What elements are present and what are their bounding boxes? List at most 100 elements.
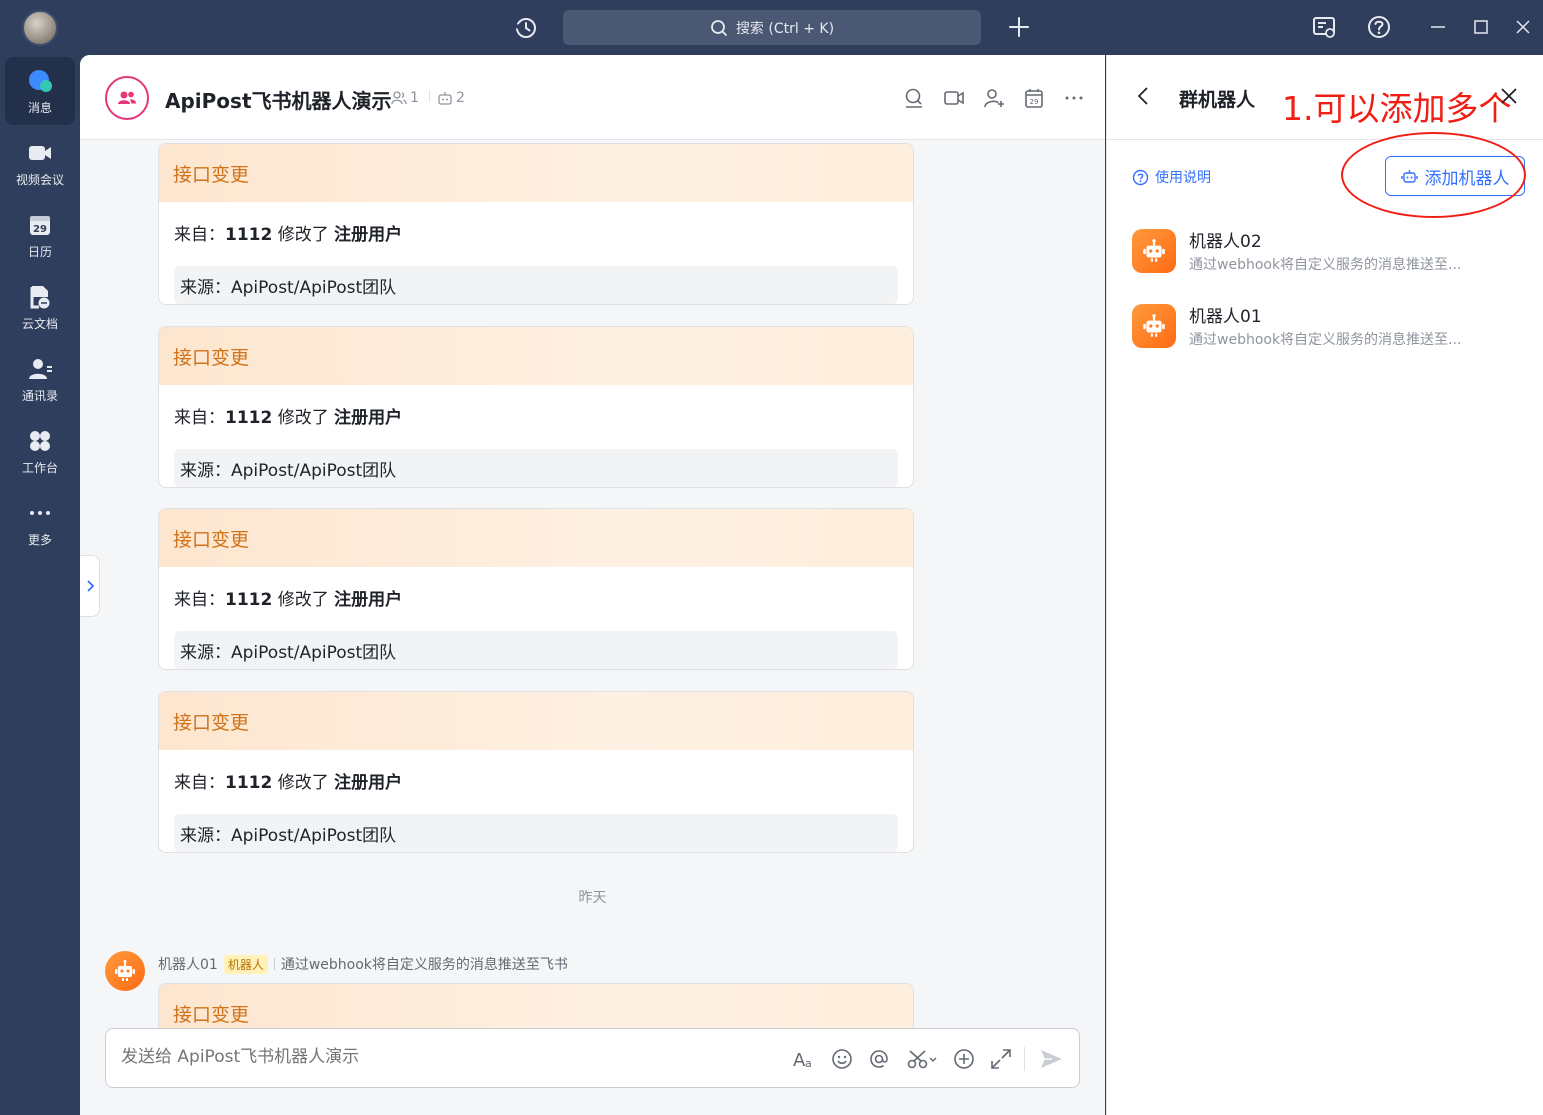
message-input[interactable] xyxy=(121,1047,771,1067)
nav-item-contacts[interactable]: 通讯录 xyxy=(5,345,75,413)
card-from: 来自：1112 修改了 注册用户 xyxy=(174,225,403,245)
nav-label: 通讯录 xyxy=(21,388,58,403)
bot-count-value: 2 xyxy=(456,90,465,106)
card-title: 接口变更 xyxy=(159,692,913,750)
bot-count[interactable]: 2 xyxy=(437,90,465,106)
maximize-icon[interactable] xyxy=(1467,13,1495,41)
sender-desc: 通过webhook将自定义服务的消息推送至飞书 xyxy=(280,957,568,973)
chat-panel: ApiPost飞书机器人演示 1 2 29 接口变更 来自：1112 修改了 注… xyxy=(80,55,1105,1115)
robot-description: 通过webhook将自定义服务的消息推送至... xyxy=(1189,332,1462,348)
window-close-icon[interactable] xyxy=(1509,13,1537,41)
divider xyxy=(273,958,275,970)
svg-text:29: 29 xyxy=(1030,98,1039,106)
card-title: 接口变更 xyxy=(159,509,913,567)
member-count[interactable]: 1 xyxy=(391,90,419,106)
video-camera-icon xyxy=(29,145,51,160)
nav-item-workspace[interactable]: 工作台 xyxy=(5,417,75,485)
robot-list-item[interactable]: 机器人01 通过webhook将自定义服务的消息推送至... xyxy=(1132,304,1532,354)
card-source: 来源：ApiPost/ApiPost团队 xyxy=(174,631,898,669)
message-card[interactable]: 接口变更 来自：1112 修改了 注册用户 来源：ApiPost/ApiPost… xyxy=(158,326,914,488)
panel-header: 群机器人 1.可以添加多个 xyxy=(1107,55,1543,140)
minimize-icon[interactable] xyxy=(1424,13,1452,41)
expand-editor-icon[interactable] xyxy=(988,1046,1014,1072)
mention-icon[interactable] xyxy=(866,1046,892,1072)
card-source: 来源：ApiPost/ApiPost团队 xyxy=(174,449,898,487)
group-avatar[interactable] xyxy=(105,76,149,120)
card-title: 接口变更 xyxy=(159,144,913,202)
screenshot-scissors-icon[interactable] xyxy=(905,1046,939,1072)
robot-avatar xyxy=(1132,304,1176,348)
message-card[interactable]: 接口变更 来自：1112 修改了 注册用户 来源：ApiPost/ApiPost… xyxy=(158,691,914,853)
app-center-icon[interactable] xyxy=(1310,13,1338,41)
nav-label: 云文档 xyxy=(21,316,58,331)
left-navigation: 消息 视频会议 29 日历 云文档 通讯录 工作台 更多 xyxy=(0,55,80,1115)
robot-face-icon xyxy=(1143,314,1165,337)
nav-item-calendar[interactable]: 29 日历 xyxy=(5,201,75,269)
more-options-icon[interactable] xyxy=(1062,86,1086,110)
member-count-value: 1 xyxy=(410,90,419,106)
sender-line: 机器人01 机器人 通过webhook将自定义服务的消息推送至飞书 xyxy=(158,954,568,974)
message-card[interactable]: 接口变更 来自：1112 修改了 注册用户 来源：ApiPost/ApiPost… xyxy=(158,143,914,305)
group-bots-panel: 群机器人 1.可以添加多个 使用说明 添加机器人 机器人02 通过webhook… xyxy=(1106,55,1543,1115)
search-label: 搜索 (Ctrl + K) xyxy=(735,20,835,37)
nav-item-video-meeting[interactable]: 视频会议 xyxy=(5,129,75,197)
separator xyxy=(429,90,430,102)
plus-icon[interactable] xyxy=(1005,13,1033,41)
help-icon[interactable] xyxy=(1365,13,1393,41)
card-from: 来自：1112 修改了 注册用户 xyxy=(174,773,403,793)
contacts-icon xyxy=(29,358,52,379)
card-from: 来自：1112 修改了 注册用户 xyxy=(174,408,403,428)
bot-tag: 机器人 xyxy=(223,954,268,974)
text-format-icon[interactable]: A a xyxy=(791,1046,817,1072)
video-call-icon[interactable] xyxy=(942,86,966,110)
nav-label: 日历 xyxy=(27,244,52,259)
nav-item-messages[interactable]: 消息 xyxy=(5,57,75,125)
day-separator: 昨天 xyxy=(578,890,607,906)
nav-item-more[interactable]: 更多 xyxy=(5,489,75,557)
nav-label: 更多 xyxy=(27,532,52,547)
message-card[interactable]: 接口变更 来自：1112 修改了 注册用户 来源：ApiPost/ApiPost… xyxy=(158,508,914,670)
chevron-right-icon xyxy=(86,580,94,592)
chat-header: ApiPost飞书机器人演示 1 2 29 xyxy=(80,55,1105,140)
group-people-icon xyxy=(118,91,136,104)
calendar-day: 29 xyxy=(33,224,47,235)
nav-label: 工作台 xyxy=(21,460,58,475)
chat-bubble-icon xyxy=(29,69,52,92)
annotation-circle xyxy=(1341,132,1526,218)
search-input[interactable]: 搜索 (Ctrl + K) xyxy=(563,10,981,45)
usage-guide-link[interactable]: 使用说明 xyxy=(1132,167,1211,187)
send-icon[interactable] xyxy=(1038,1046,1064,1072)
search-chat-icon[interactable] xyxy=(902,86,926,110)
more-dots-icon xyxy=(30,510,50,515)
user-avatar[interactable] xyxy=(22,10,58,46)
robot-list-item[interactable]: 机器人02 通过webhook将自定义服务的消息推送至... xyxy=(1132,229,1532,279)
panel-title: 群机器人 xyxy=(1179,89,1256,111)
back-arrow-icon[interactable] xyxy=(1132,84,1156,108)
card-from: 来自：1112 修改了 注册用户 xyxy=(174,590,403,610)
robot-icon xyxy=(438,92,452,105)
title-bar: 搜索 (Ctrl + K) xyxy=(0,0,1543,55)
expand-sidebar-button[interactable] xyxy=(80,555,100,617)
calendar-icon: 29 xyxy=(30,215,50,235)
nav-label: 消息 xyxy=(27,100,52,115)
history-icon[interactable] xyxy=(512,14,540,42)
robot-name: 机器人02 xyxy=(1189,232,1262,252)
members-icon xyxy=(391,91,407,105)
composer-divider xyxy=(1024,1047,1025,1071)
card-source: 来源：ApiPost/ApiPost团队 xyxy=(174,814,898,852)
bot-avatar[interactable] xyxy=(105,951,145,991)
robot-face-icon xyxy=(1143,239,1165,262)
nav-item-cloud-docs[interactable]: 云文档 xyxy=(5,273,75,341)
emoji-icon[interactable] xyxy=(829,1046,855,1072)
sender-name[interactable]: 机器人01 xyxy=(158,954,218,974)
robot-face-icon xyxy=(115,960,135,981)
add-member-icon[interactable] xyxy=(982,86,1006,110)
robot-avatar xyxy=(1132,229,1176,273)
workspace-grid-icon xyxy=(30,430,50,451)
robot-description: 通过webhook将自定义服务的消息推送至... xyxy=(1189,257,1462,273)
add-attachment-icon[interactable] xyxy=(951,1046,977,1072)
calendar-event-icon[interactable]: 29 xyxy=(1022,86,1046,110)
message-composer[interactable]: A a xyxy=(105,1028,1080,1088)
close-icon[interactable] xyxy=(1497,84,1521,108)
search-icon xyxy=(711,19,727,36)
